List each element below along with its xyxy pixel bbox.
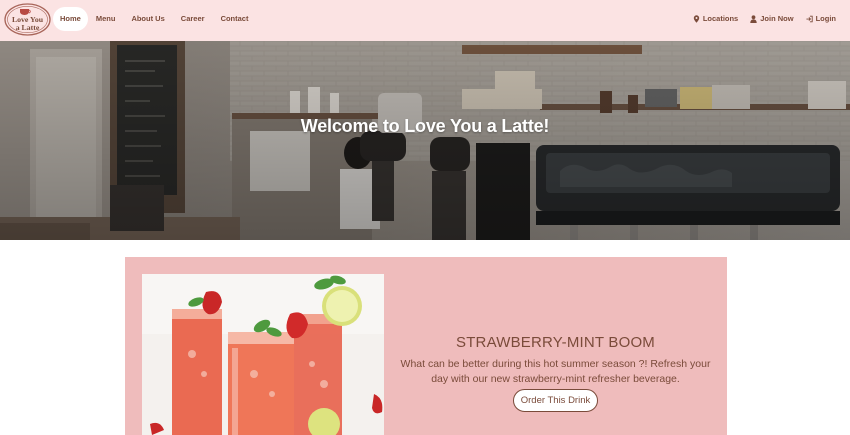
featured-drink-description: What can be better during this hot summe… [400, 358, 711, 385]
user-icon [750, 15, 757, 23]
nav-locations[interactable]: Locations [687, 7, 744, 31]
logo-line2: a Latte [16, 23, 40, 32]
hero-title: Welcome to Love You a Latte! [300, 116, 550, 136]
hero-banner: Welcome to Love You a Latte! [0, 41, 850, 240]
map-marker-icon [693, 15, 700, 23]
login-icon [806, 15, 813, 23]
nav-login-label: Login [815, 14, 836, 23]
order-drink-button[interactable]: Order This Drink [512, 389, 599, 412]
nav-locations-label: Locations [702, 14, 739, 23]
featured-drink-image [142, 274, 384, 435]
brand-logo[interactable]: Love You a Latte [4, 3, 51, 36]
nav-career[interactable]: Career [173, 7, 213, 31]
cafe-interior-photo [0, 41, 850, 240]
nav-home[interactable]: Home [53, 7, 88, 31]
account-nav: Locations Join Now Login [687, 7, 842, 31]
nav-login[interactable]: Login [800, 7, 842, 31]
nav-join-now-label: Join Now [760, 14, 794, 23]
navbar: Love You a Latte Home Menu About Us Care… [0, 0, 850, 41]
strawberry-drinks-photo [142, 274, 384, 435]
featured-drink-info: STRAWBERRY-MINT BOOM What can be better … [384, 334, 727, 412]
nav-contact[interactable]: Contact [213, 7, 257, 31]
nav-about-us[interactable]: About Us [123, 7, 172, 31]
featured-drink-title: STRAWBERRY-MINT BOOM [455, 334, 656, 351]
nav-menu[interactable]: Menu [88, 7, 124, 31]
main-nav: Home Menu About Us Career Contact [53, 7, 256, 31]
nav-join-now[interactable]: Join Now [744, 7, 799, 31]
featured-drink-card: STRAWBERRY-MINT BOOM What can be better … [125, 257, 727, 435]
